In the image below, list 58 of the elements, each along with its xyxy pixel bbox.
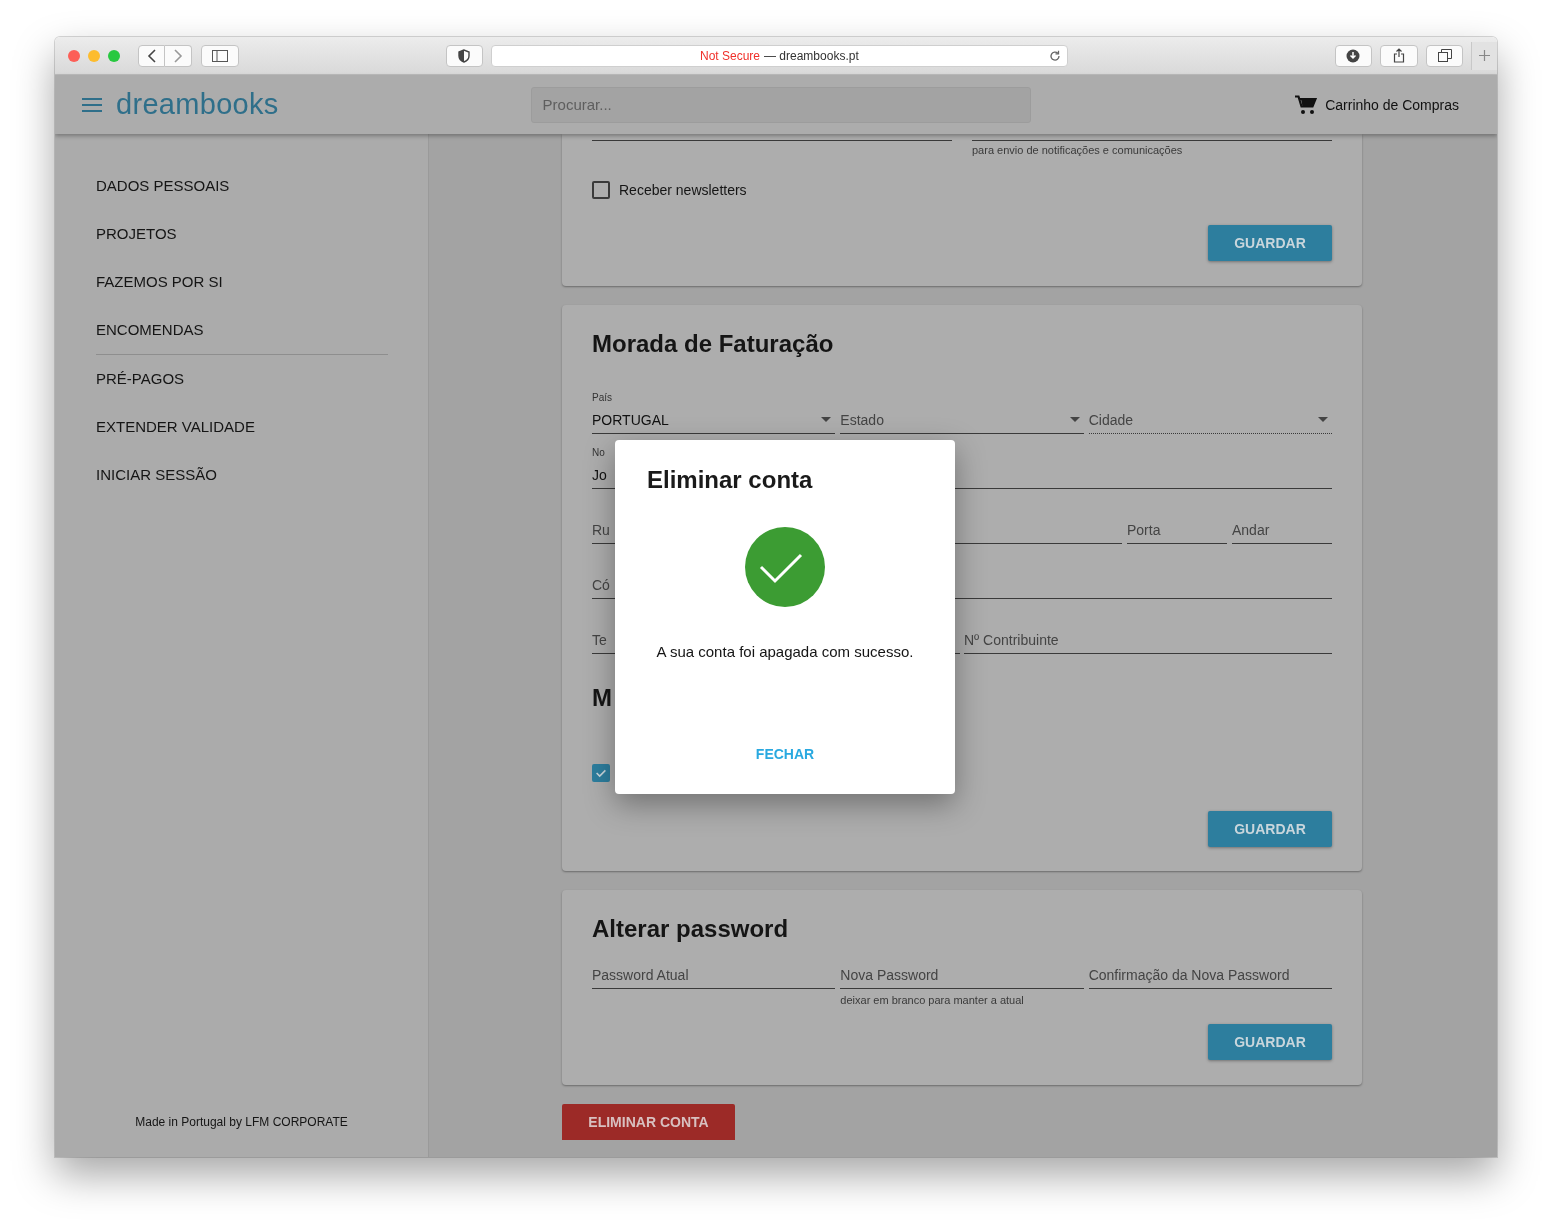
select-field[interactable]: Estado <box>840 406 1084 434</box>
select-field[interactable]: PORTUGAL <box>592 406 836 434</box>
checkbox-label: Receber newsletters <box>619 182 747 198</box>
address-bar[interactable]: Not Secure — dreambooks.pt <box>491 44 1068 67</box>
checkbox[interactable] <box>592 181 610 199</box>
downloads-button[interactable] <box>1334 44 1373 67</box>
password-field[interactable]: Password Atual <box>592 961 836 989</box>
security-warning: Not Secure <box>700 48 760 63</box>
caret-icon <box>1069 417 1080 422</box>
dialog-message: A sua conta foi apagada com sucesso. <box>656 643 914 660</box>
plus-icon <box>1479 50 1491 61</box>
back-button[interactable] <box>138 44 165 67</box>
checkbox[interactable] <box>592 764 610 782</box>
menu-icon[interactable] <box>82 97 102 112</box>
new-tab-button[interactable] <box>1471 41 1497 70</box>
sidebar-item[interactable]: DADOS PESSOAIS <box>96 162 388 210</box>
share-icon <box>1392 48 1405 63</box>
privacy-button[interactable] <box>445 44 484 67</box>
zoom-window-icon[interactable] <box>108 49 120 62</box>
chevron-right-icon <box>173 48 183 63</box>
input-field[interactable]: Nº Contribuinte <box>964 626 1332 654</box>
shield-icon <box>458 48 471 63</box>
password-field[interactable]: Confirmação da Nova Password <box>1088 961 1332 989</box>
sidebar-icon <box>211 49 228 62</box>
caret-icon <box>821 417 832 422</box>
helper-text: para envio de notificações e comunicações <box>972 144 1184 156</box>
delete-account-button[interactable]: ELIMINAR CONTA <box>562 1104 735 1140</box>
forward-button[interactable] <box>165 44 192 67</box>
field-label: No <box>592 447 605 460</box>
section-title: Alterar password <box>592 914 790 944</box>
helper-text: deixar em branco para manter a atual <box>840 994 1025 1006</box>
success-check-icon <box>745 527 825 607</box>
download-icon <box>1346 48 1361 63</box>
password-field[interactable]: Nova Password <box>840 961 1084 989</box>
share-button[interactable] <box>1380 44 1418 67</box>
search-field[interactable]: Procurar... <box>530 86 1031 123</box>
section-title: Morada de Faturação <box>592 329 835 359</box>
chevron-left-icon <box>146 48 157 63</box>
caret-icon <box>1318 417 1328 422</box>
tabs-button[interactable] <box>1425 44 1464 67</box>
sidebar-item[interactable]: EXTENDER VALIDADE <box>96 403 388 451</box>
close-window-icon[interactable] <box>68 49 80 62</box>
sidebar-item[interactable]: PRÉ-PAGOS <box>96 355 388 403</box>
reload-icon[interactable] <box>1048 49 1061 62</box>
field-label: País <box>592 392 612 405</box>
sidebar-item[interactable]: PROJETOS <box>96 210 388 258</box>
footer-text: Made in Portugal by LFM CORPORATE <box>134 1115 349 1129</box>
shopping-cart-icon <box>1295 94 1318 115</box>
sidebar-item[interactable]: FAZEMOS POR SI <box>96 258 388 306</box>
input-field[interactable]: Porta <box>1127 516 1227 544</box>
input-field[interactable]: Andar <box>1232 516 1332 544</box>
cart-link[interactable]: Carrinho de Compras <box>1295 94 1459 115</box>
section-title: M <box>592 683 613 713</box>
sidebar-item[interactable]: INICIAR SESSÃO <box>96 451 388 499</box>
sidebar-item[interactable]: ENCOMENDAS <box>96 306 388 354</box>
tabs-icon <box>1437 49 1452 62</box>
page-url: — dreambooks.pt <box>764 48 859 63</box>
sidebar-button[interactable] <box>201 44 239 67</box>
